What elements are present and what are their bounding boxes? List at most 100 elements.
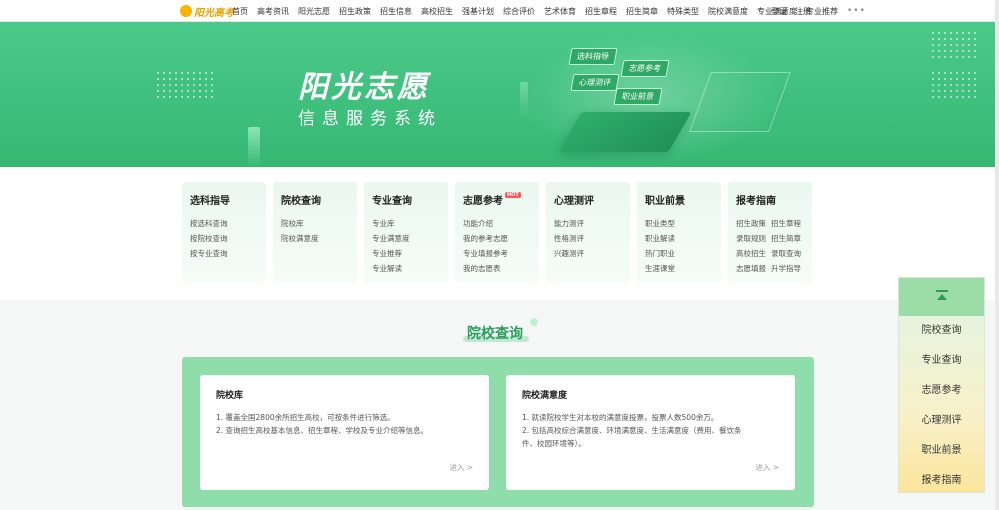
side-nav-item[interactable]: 心理测评	[899, 406, 984, 436]
register-link[interactable]: 注册	[795, 6, 811, 17]
category-link-row: 志愿填报 升学指导	[736, 261, 804, 276]
category-link[interactable]: 专业填报参考	[463, 246, 531, 261]
category-link[interactable]: 按院校查询	[190, 231, 258, 246]
category-link[interactable]: 生涯课堂	[645, 261, 713, 276]
info-card-school-satisfaction[interactable]: 院校满意度 1. 就读院校学生对本校的满意度投票，投票人数500余万。 2. 包…	[506, 375, 795, 490]
category-link[interactable]: 我的参考志愿	[463, 231, 531, 246]
category-card: 院校查询院校库 院校满意度	[273, 182, 357, 283]
category-title[interactable]: 职业前景	[645, 192, 713, 207]
category-link-row: 招生政策 招生章程	[736, 216, 804, 231]
banner-tag: 选科指导	[568, 48, 618, 65]
category-link[interactable]: 招生政策	[736, 216, 766, 231]
category-link[interactable]: 招生章程	[771, 216, 801, 231]
category-title[interactable]: 院校查询	[281, 192, 349, 207]
nav-item[interactable]: 招生信息	[380, 6, 412, 17]
nav-item[interactable]: 招生章程	[585, 6, 617, 17]
category-link[interactable]: 专业满意度	[372, 231, 440, 246]
nav-item[interactable]: 综合评价	[503, 6, 535, 17]
side-nav-item[interactable]: 报考指南	[899, 466, 984, 496]
category-link-row: 高校招生 录取查询	[736, 246, 804, 261]
category-link[interactable]: 职业类型	[645, 216, 713, 231]
category-card: 报考指南招生政策 招生章程 录取规则 招生简章 高校招生 录取查询 志愿填报 升学指导	[728, 182, 812, 283]
category-link[interactable]: 职业解读	[645, 231, 713, 246]
category-link[interactable]: 能力测评	[554, 216, 622, 231]
category-card: 职业前景职业类型 职业解读 热门职业 生涯课堂	[637, 182, 721, 283]
category-link[interactable]: 专业库	[372, 216, 440, 231]
category-link[interactable]: 高校招生	[736, 246, 766, 261]
category-link[interactable]: 升学指导	[771, 261, 801, 276]
category-title-text: 选科指导	[190, 196, 230, 207]
school-query-panel: 院校库 1. 覆盖全国2800余所招生高校，可按条件进行筛选。 2. 查询招生高…	[182, 357, 814, 507]
section-title: 院校查询	[467, 326, 523, 342]
category-link[interactable]: 院校满意度	[281, 231, 349, 246]
more-icon[interactable]: •••	[847, 6, 866, 16]
category-title[interactable]: 报考指南	[736, 192, 804, 207]
info-card-title: 院校满意度	[522, 391, 568, 401]
category-link[interactable]: 院校库	[281, 216, 349, 231]
info-card-line: 2. 包括高校综合满意度、环境满意度、生活满意度（费用、餐饮条	[522, 426, 742, 435]
auth-links: 登录 注册	[763, 0, 811, 22]
decor-pillar	[520, 82, 528, 122]
category-link[interactable]: 性格测评	[554, 231, 622, 246]
nav-item[interactable]: 特殊类型	[667, 6, 699, 17]
nav-item[interactable]: 首页	[232, 6, 248, 17]
category-title[interactable]: 志愿参考HOT	[463, 192, 531, 207]
nav-item[interactable]: 强基计划	[462, 6, 494, 17]
enter-link[interactable]: 进入 >	[755, 462, 779, 473]
site-logo[interactable]: 阳光高考	[180, 2, 234, 20]
category-link[interactable]: 兴趣测评	[554, 246, 622, 261]
nav-item[interactable]: 艺术体育	[544, 6, 576, 17]
category-title[interactable]: 选科指导	[190, 192, 258, 207]
category-title-text: 职业前景	[645, 196, 685, 207]
category-link[interactable]: 录取规则	[736, 231, 766, 246]
category-link[interactable]: 我的志愿表	[463, 261, 531, 276]
back-to-top-button[interactable]	[899, 278, 984, 316]
category-title[interactable]: 心理测评	[554, 192, 622, 207]
side-nav-item[interactable]: 职业前景	[899, 436, 984, 466]
side-nav-item[interactable]: 院校查询	[899, 316, 984, 346]
nav-item[interactable]: 招生简章	[626, 6, 658, 17]
category-title-text: 心理测评	[554, 196, 594, 207]
info-card-line: 1. 覆盖全国2800余所招生高校，可按条件进行筛选。	[216, 413, 395, 422]
nav-item[interactable]: 高校招生	[421, 6, 453, 17]
side-nav-item[interactable]: 志愿参考	[899, 376, 984, 406]
nav-item[interactable]: 院校满意度	[708, 6, 748, 17]
decor-pillar	[248, 127, 260, 167]
category-link[interactable]: 志愿填报	[736, 261, 766, 276]
scrollbar[interactable]	[995, 0, 999, 510]
nav-item[interactable]: 高考资讯	[257, 6, 289, 17]
top-nav: 阳光高考 首页 高考资讯 阳光志愿 招生政策 招生信息 高校招生 强基计划 综合评价 艺术体育招…	[0, 0, 999, 22]
info-card-line: 件、校园环境等）。	[522, 439, 586, 448]
category-link[interactable]: 录取查询	[771, 246, 801, 261]
hot-badge: HOT	[505, 192, 521, 198]
banner-title: 阳光志愿	[298, 70, 430, 105]
category-link[interactable]: 招生简章	[771, 231, 801, 246]
category-link[interactable]: 专业解读	[372, 261, 440, 276]
info-card-line: 2. 查询招生高校基本信息、招生章程、学校及专业介绍等信息。	[216, 426, 429, 435]
floating-side-nav: 院校查询 专业查询 志愿参考 心理测评 职业前景 报考指南	[898, 277, 985, 493]
banner-tag: 心理测评	[570, 74, 620, 91]
category-link[interactable]: 功能介绍	[463, 216, 531, 231]
banner-subtitle: 信息服务系统	[298, 109, 442, 129]
logo-text: 阳光高考	[194, 7, 234, 19]
info-card-school-library[interactable]: 院校库 1. 覆盖全国2800余所招生高校，可按条件进行筛选。 2. 查询招生高…	[200, 375, 489, 490]
category-link[interactable]: 按专业查询	[190, 246, 258, 261]
category-card: 心理测评能力测评 性格测评 兴趣测评	[546, 182, 630, 283]
category-link[interactable]: 专业推荐	[372, 246, 440, 261]
category-card: 志愿参考HOT 功能介绍 我的参考志愿 专业填报参考 我的志愿表	[455, 182, 539, 283]
category-link[interactable]: 热门职业	[645, 246, 713, 261]
enter-link[interactable]: 进入 >	[449, 462, 473, 473]
decor-platform	[558, 112, 692, 152]
category-link[interactable]: 按选科查询	[190, 216, 258, 231]
category-link-row: 录取规则 招生简章	[736, 231, 804, 246]
login-link[interactable]: 登录	[771, 6, 787, 17]
side-nav-item[interactable]: 专业查询	[899, 346, 984, 376]
nav-item[interactable]: 阳光志愿	[298, 6, 330, 17]
category-title[interactable]: 专业查询	[372, 192, 440, 207]
sun-logo-icon	[180, 5, 192, 17]
nav-item[interactable]: 招生政策	[339, 6, 371, 17]
info-card-line: 1. 就读院校学生对本校的满意度投票，投票人数500余万。	[522, 413, 719, 422]
arrow-up-icon	[935, 290, 949, 304]
dot-pattern	[930, 70, 980, 100]
title-decor-dot	[530, 318, 538, 326]
